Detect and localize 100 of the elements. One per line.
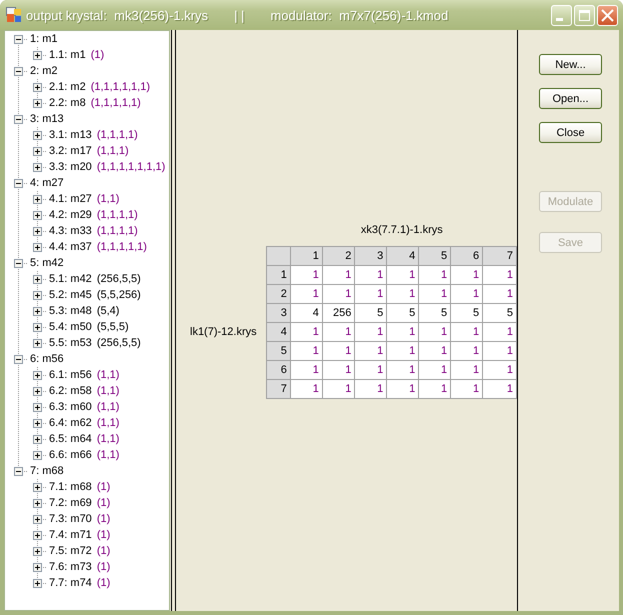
table-cell: 5 — [482, 304, 516, 322]
squares-icon — [6, 7, 22, 23]
tree-item[interactable]: 2: m2 — [30, 65, 58, 77]
plus-box-icon[interactable] — [33, 530, 42, 540]
table-cell: 1 — [386, 322, 419, 342]
minus-box-icon[interactable] — [14, 178, 23, 188]
plus-box-icon[interactable] — [33, 146, 42, 156]
tree-item[interactable]: 1.1: m1 — [49, 49, 86, 61]
tree-item[interactable]: 3.2: m17 — [49, 145, 92, 157]
item-count: (1) — [96, 577, 110, 589]
tree-item[interactable]: 6.4: m62 — [49, 417, 92, 429]
item-count: (1,1,1,1,1,1) — [90, 81, 150, 93]
row-header: 1 — [266, 266, 290, 284]
plus-box-icon[interactable] — [33, 386, 42, 396]
tree-item[interactable]: 5.1: m42 — [49, 273, 92, 285]
tree-item[interactable]: 3: m13 — [30, 113, 64, 125]
tree-item[interactable]: 6.6: m66 — [49, 449, 92, 461]
tree-item[interactable]: 7.5: m72 — [49, 545, 92, 557]
plus-box-icon[interactable] — [33, 450, 42, 460]
table-cell: 1 — [354, 360, 387, 380]
item-count: (1) — [96, 481, 110, 493]
tree-item[interactable]: 7.7: m74 — [49, 577, 92, 589]
plus-box-icon[interactable] — [33, 370, 42, 380]
table-cell: 1 — [482, 342, 516, 360]
plus-box-icon[interactable] — [33, 82, 42, 92]
plus-box-icon[interactable] — [33, 242, 42, 252]
minus-box-icon[interactable] — [14, 354, 23, 364]
plus-box-icon[interactable] — [33, 514, 42, 524]
tree-item[interactable]: 1: m1 — [30, 33, 58, 45]
plus-box-icon[interactable] — [33, 578, 42, 588]
minus-box-icon[interactable] — [14, 114, 23, 124]
plus-box-icon[interactable] — [33, 210, 42, 220]
tree-item[interactable]: 7.2: m69 — [49, 497, 92, 509]
action-button[interactable]: New... — [539, 54, 602, 75]
table-cell: 1 — [482, 322, 516, 342]
action-button[interactable]: Close — [539, 122, 602, 143]
table-cell: 1 — [418, 284, 451, 304]
minus-box-icon[interactable] — [14, 258, 23, 268]
table-cell: 5 — [418, 304, 451, 322]
item-count: (1) — [96, 561, 110, 573]
tree-item[interactable]: 4.4: m37 — [49, 241, 92, 253]
minus-box-icon[interactable] — [14, 66, 23, 76]
tree-item[interactable]: 6.3: m60 — [49, 401, 92, 413]
plus-box-icon[interactable] — [33, 226, 42, 236]
tree-item[interactable]: 6.5: m64 — [49, 433, 92, 445]
plus-box-icon[interactable] — [33, 418, 42, 428]
tree-item[interactable]: 2.2: m8 — [49, 97, 86, 109]
tree-item[interactable]: 5.5: m53 — [49, 337, 92, 349]
tree-item[interactable]: 7.6: m73 — [49, 561, 92, 573]
plus-box-icon[interactable] — [33, 274, 42, 284]
tree-item[interactable]: 4: m27 — [30, 177, 64, 189]
plus-box-icon[interactable] — [33, 130, 42, 140]
tree-item[interactable]: 7.4: m71 — [49, 529, 92, 541]
table-cell: 1 — [482, 380, 516, 398]
item-count: (1,1,1,1) — [96, 225, 138, 237]
plus-box-icon[interactable] — [33, 322, 42, 332]
plus-box-icon[interactable] — [33, 498, 42, 508]
tree-item[interactable]: 4.3: m33 — [49, 225, 92, 237]
tree-item[interactable]: 6.2: m58 — [49, 385, 92, 397]
plus-box-icon[interactable] — [33, 98, 42, 108]
plus-box-icon[interactable] — [33, 306, 42, 316]
table-cell: 1 — [322, 380, 355, 398]
tree-item[interactable]: 4.2: m29 — [49, 209, 92, 221]
minus-box-icon[interactable] — [14, 34, 23, 44]
plus-box-icon[interactable] — [33, 338, 42, 348]
table-cell: 1 — [386, 342, 419, 360]
plus-box-icon[interactable] — [33, 546, 42, 556]
tree-item[interactable]: 7.1: m68 — [49, 481, 92, 493]
plus-box-icon[interactable] — [33, 434, 42, 444]
tree-item[interactable]: 2.1: m2 — [49, 81, 86, 93]
table-cell: 1 — [322, 342, 355, 360]
tree-item[interactable]: 5.2: m45 — [49, 289, 92, 301]
plus-box-icon[interactable] — [33, 482, 42, 492]
minus-box-icon[interactable] — [14, 466, 23, 476]
item-count: (5,5,256) — [96, 289, 141, 301]
close-button[interactable] — [597, 4, 618, 26]
column-header: 3 — [354, 246, 387, 266]
column-header: 1 — [290, 246, 322, 266]
column-header: 6 — [450, 246, 483, 266]
window-title: output krystal: mk3(256)-1.krys — [26, 8, 208, 22]
tree-item[interactable]: 5.3: m48 — [49, 305, 92, 317]
plus-box-icon[interactable] — [33, 402, 42, 412]
tree-item[interactable]: 7: m68 — [30, 465, 64, 477]
plus-box-icon[interactable] — [33, 50, 42, 60]
plus-box-icon[interactable] — [33, 162, 42, 172]
tree-item[interactable]: 6: m56 — [30, 353, 64, 365]
item-count: (1,1,1,1) — [96, 209, 138, 221]
plus-box-icon[interactable] — [33, 194, 42, 204]
tree-item[interactable]: 5.4: m50 — [49, 321, 92, 333]
table-cell: 1 — [482, 266, 516, 284]
plus-box-icon[interactable] — [33, 562, 42, 572]
action-button[interactable]: Open... — [539, 88, 602, 109]
tree-item[interactable]: 5: m42 — [30, 257, 64, 269]
tree-item[interactable]: 3.1: m13 — [49, 129, 92, 141]
tree-item[interactable]: 7.3: m70 — [49, 513, 92, 525]
tree-item[interactable]: 6.1: m56 — [49, 369, 92, 381]
item-count: (1) — [96, 529, 110, 541]
tree-item[interactable]: 3.3: m20 — [49, 161, 92, 173]
plus-box-icon[interactable] — [33, 290, 42, 300]
tree-item[interactable]: 4.1: m27 — [49, 193, 92, 205]
